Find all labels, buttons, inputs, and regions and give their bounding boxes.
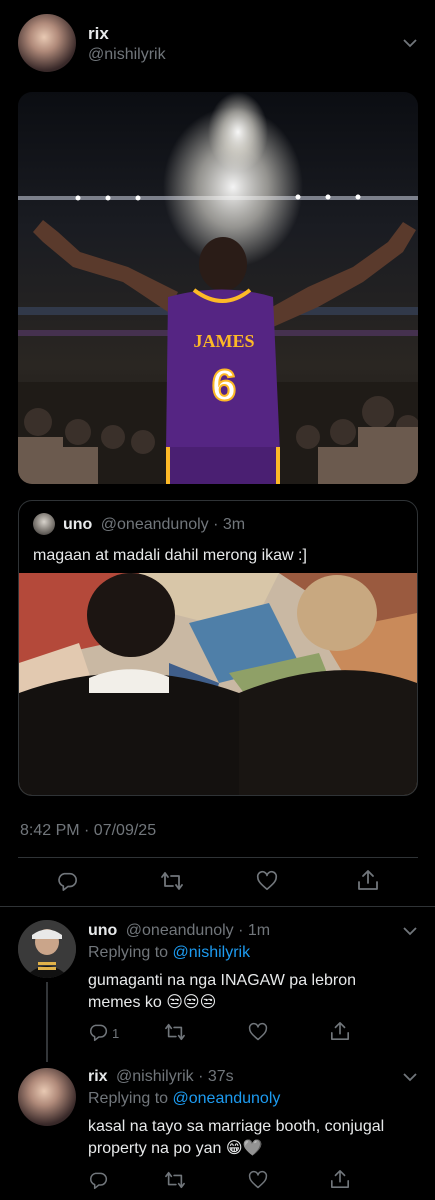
author-handle[interactable]: @nishilyrik	[88, 46, 166, 64]
reply-icon[interactable]	[88, 1170, 108, 1190]
reply-author-avatar[interactable]	[18, 1068, 76, 1126]
reply-text: kasal na tayo sa marriage booth, conjuga…	[88, 1118, 385, 1157]
reply-count: 1	[112, 1026, 120, 1041]
divider	[0, 906, 435, 907]
divider	[18, 857, 418, 858]
jersey-number: 6	[212, 361, 236, 410]
author-name[interactable]: rix	[88, 24, 109, 44]
thread-line	[46, 982, 48, 1062]
author-avatar[interactable]	[18, 14, 76, 72]
like-icon[interactable]	[248, 1022, 268, 1042]
reply-text: gumaganti na nga INAGAW pa lebron memes …	[88, 972, 357, 1011]
quote-author-handle: @oneandunoly	[100, 516, 209, 533]
quote-author-avatar	[33, 513, 55, 535]
jersey-name: JAMES	[193, 331, 254, 351]
chevron-down-icon[interactable]	[402, 1072, 418, 1082]
tweet-timestamp: 8:42 PM · 07/09/25	[20, 822, 157, 839]
share-icon[interactable]	[330, 1020, 350, 1042]
quote-author-name: uno	[63, 516, 93, 533]
share-icon[interactable]	[330, 1168, 350, 1190]
tweet-photo[interactable]: JAMES 6	[18, 92, 418, 484]
like-icon[interactable]	[256, 870, 278, 892]
replying-to-link[interactable]: @oneandunoly	[173, 1090, 281, 1107]
quote-text: magaan at madali dahil merong ikaw :]	[33, 547, 307, 564]
reply-icon[interactable]	[88, 1022, 108, 1042]
quote-time: 3m	[222, 516, 246, 533]
quoted-tweet[interactable]: uno @oneandunoly · 3m magaan at madali d…	[18, 500, 418, 796]
reply-author-handle[interactable]: @nishilyrik	[116, 1068, 194, 1085]
share-icon[interactable]	[357, 868, 379, 892]
reply-author-avatar[interactable]	[18, 920, 76, 978]
reply-time: 1m	[247, 922, 271, 939]
chevron-down-icon[interactable]	[402, 926, 418, 936]
reply-time: 37s	[207, 1068, 234, 1085]
quote-photo	[19, 573, 417, 795]
replying-to-label: Replying to	[88, 944, 173, 961]
retweet-icon[interactable]	[160, 870, 184, 892]
retweet-icon[interactable]	[164, 1022, 186, 1042]
like-icon[interactable]	[248, 1170, 268, 1190]
replying-to-link[interactable]: @nishilyrik	[173, 944, 251, 961]
retweet-icon[interactable]	[164, 1170, 186, 1190]
reply-icon[interactable]	[56, 870, 78, 892]
reply-author-name[interactable]: rix	[88, 1068, 108, 1085]
reply-author-handle[interactable]: @oneandunoly	[126, 922, 234, 939]
reply-author-name[interactable]: uno	[88, 922, 117, 939]
chevron-down-icon[interactable]	[402, 38, 418, 48]
replying-to-label: Replying to	[88, 1090, 173, 1107]
